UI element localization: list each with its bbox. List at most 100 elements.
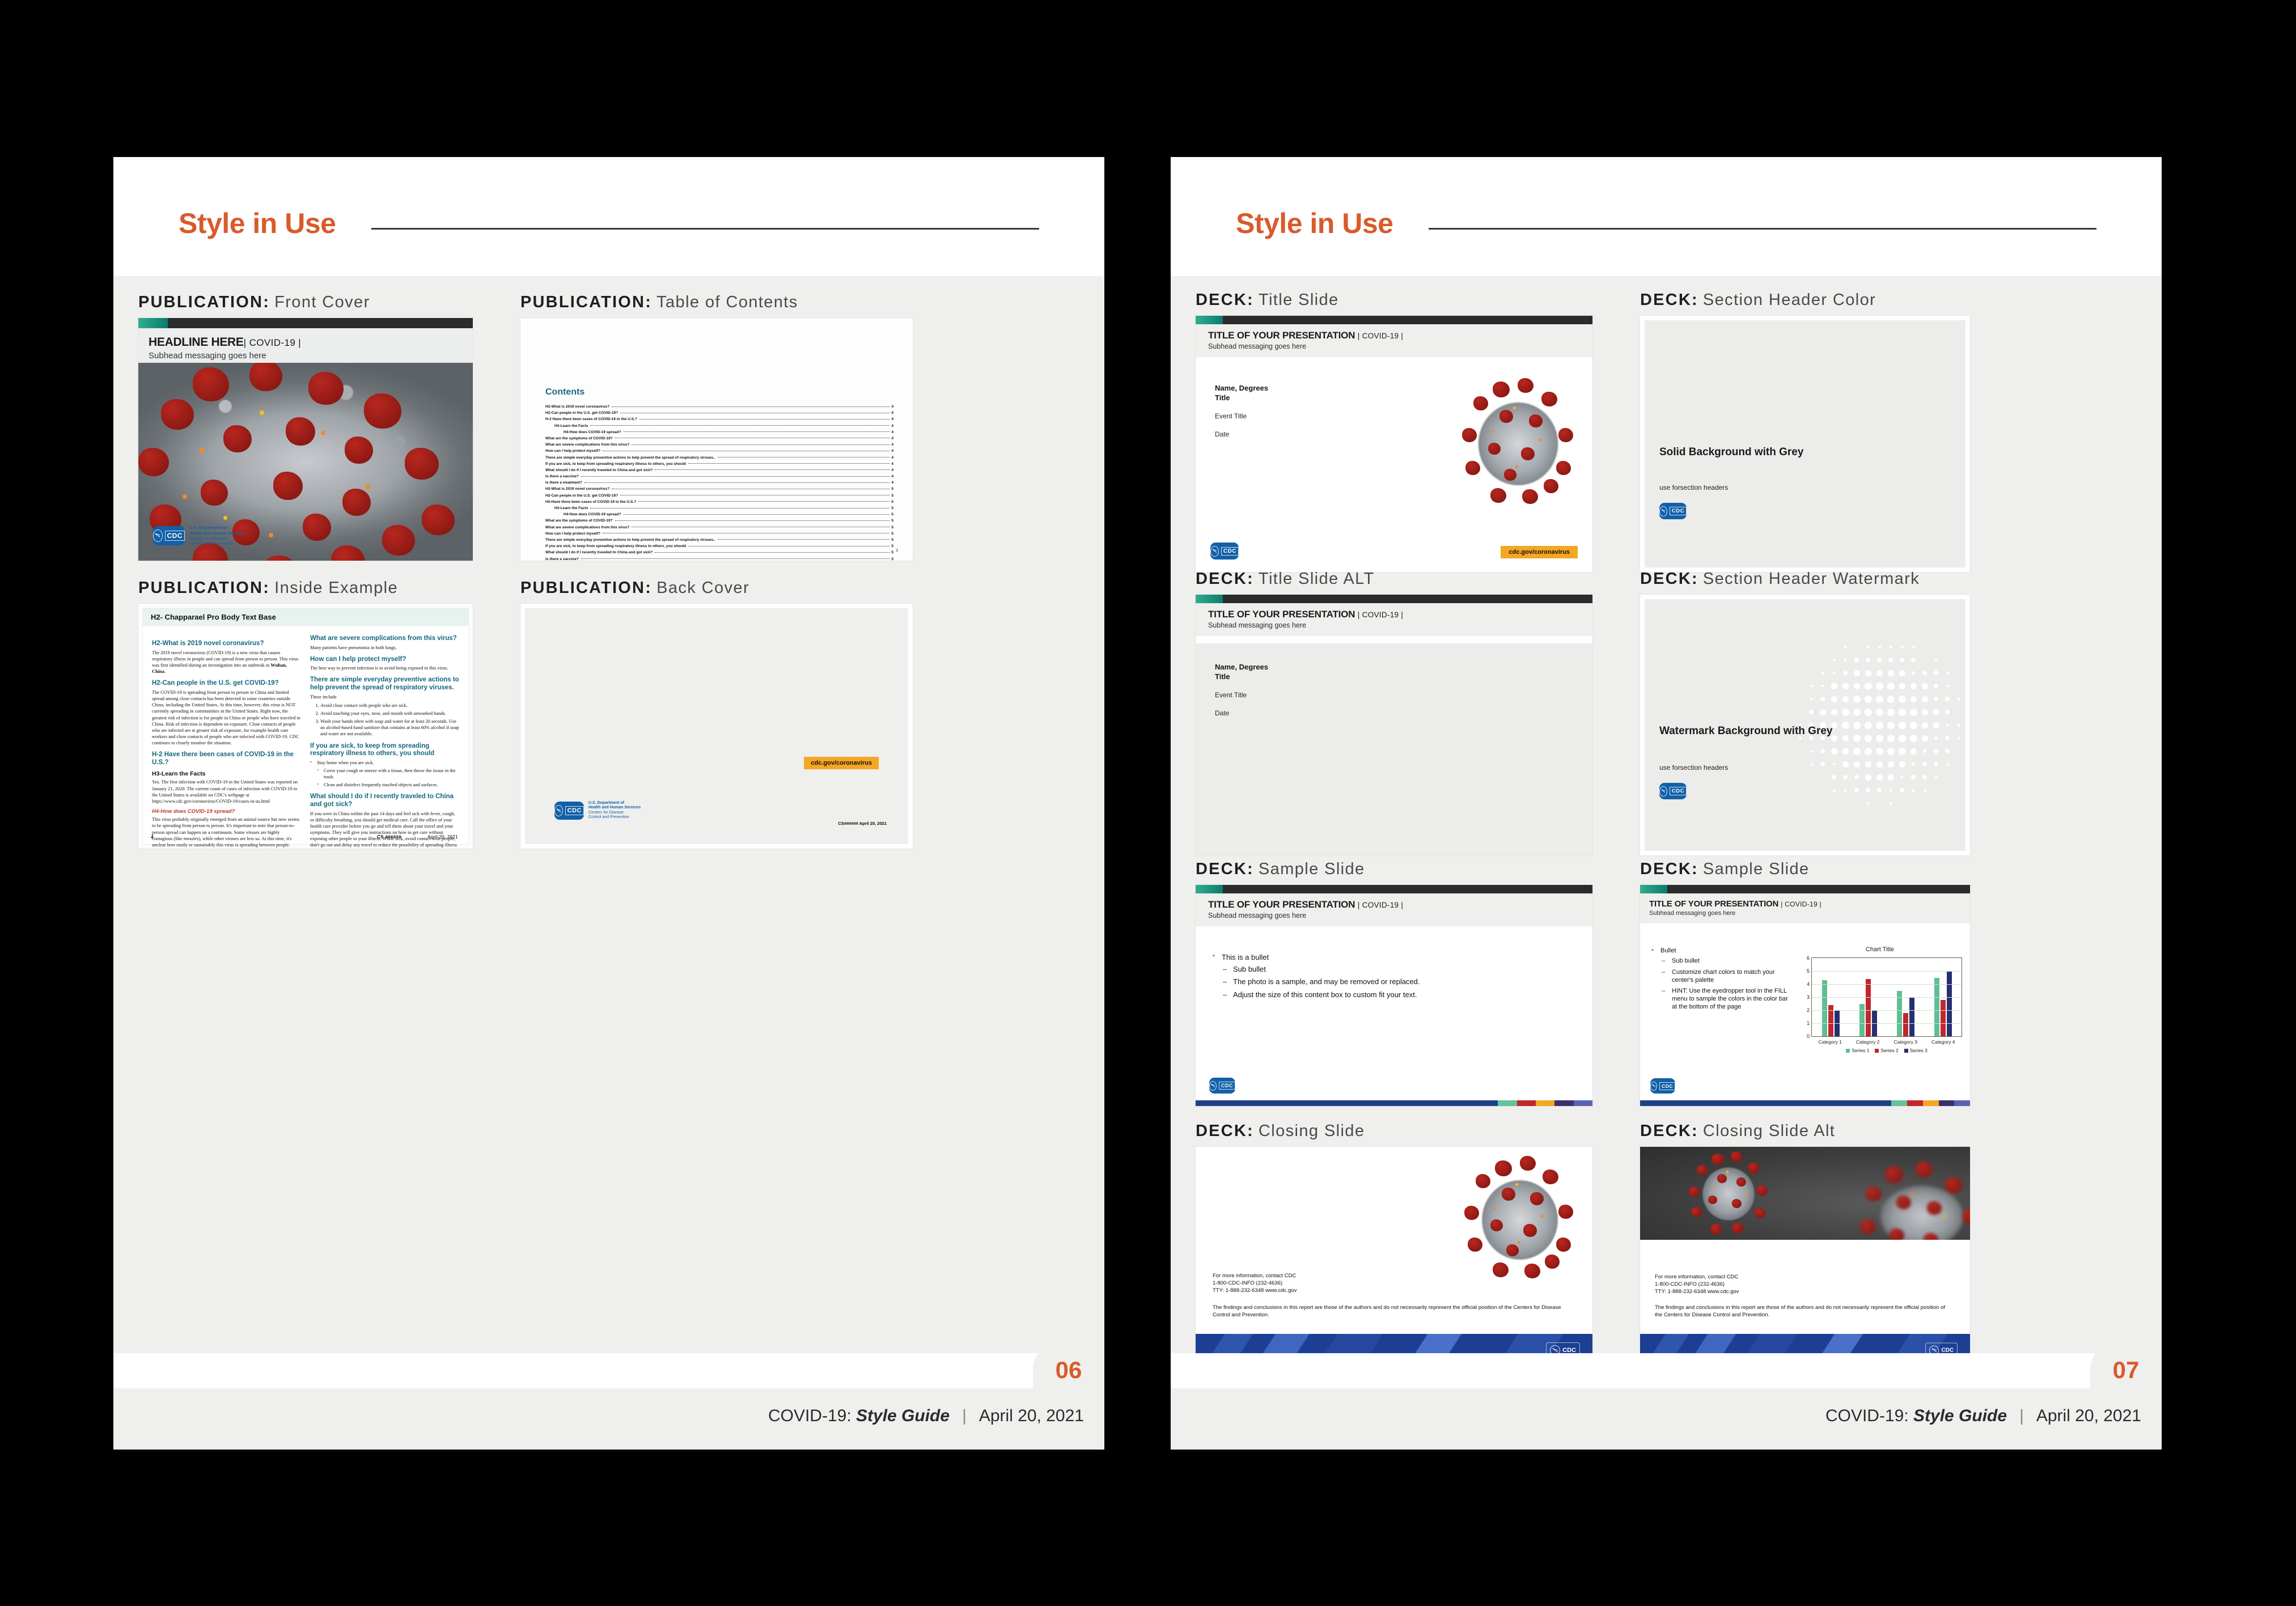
- watermark-dot: [1843, 775, 1848, 779]
- slide-header: TITLE OF YOUR PRESENTATION | COVID-19 | …: [1196, 893, 1592, 926]
- toc-leader: [590, 425, 890, 426]
- hhs-seal-icon: [1659, 786, 1667, 796]
- toc-entry[interactable]: How can I help protect myself? 5: [545, 532, 893, 536]
- chart-legend-item[interactable]: Series 1: [1846, 1048, 1869, 1053]
- toc-entry[interactable]: What are the symptoms of COVID-19? 5: [545, 519, 893, 523]
- toc-entry[interactable]: Is there a vaccine? 4: [545, 474, 893, 478]
- toc-entry[interactable]: What should I do if I recently traveled …: [545, 550, 893, 554]
- cs-code-text: CS ######: [377, 834, 401, 840]
- cover-headline: HEADLINE HERE| COVID-19 |: [149, 336, 463, 349]
- toc-entry-page: 5: [891, 519, 893, 523]
- bullet-primary: This is a bullet Sub bullet The photo is …: [1211, 952, 1577, 999]
- closing-line-3: TTY: 1-888-232-6348 www.cdc.gov: [1655, 1288, 1739, 1295]
- toc-entry[interactable]: What should I do if I recently traveled …: [545, 468, 893, 472]
- watermark-dot: [1899, 683, 1905, 689]
- closing-slide-alt-frame[interactable]: For more information, contact CDC 1-800-…: [1640, 1147, 1970, 1367]
- cell-label-section-color: DECK: Section Header Color: [1640, 291, 1970, 310]
- toc-entry[interactable]: What are severe complications from this …: [545, 526, 893, 529]
- toc-entry[interactable]: If you are sick, to keep from spreading …: [545, 544, 893, 548]
- back-cover-frame[interactable]: cdc.gov/coronavirus CDC U.S. Department …: [520, 604, 913, 849]
- back-cover-url-chip[interactable]: cdc.gov/coronavirus: [804, 757, 879, 769]
- toc-entry[interactable]: H2-Can people in the U.S. get COVID-19? 4: [545, 411, 893, 415]
- title-slide-frame[interactable]: TITLE OF YOUR PRESENTATION | COVID-19 | …: [1196, 316, 1592, 572]
- closing-slide-alt: For more information, contact CDC 1-800-…: [1640, 1147, 1970, 1367]
- toc-entry[interactable]: What are the symptoms of COVID-19? 4: [545, 437, 893, 440]
- watermark-dot: [1810, 698, 1812, 700]
- cell-label-toc: PUBLICATION: Table of Contents: [520, 293, 913, 312]
- toc-entry[interactable]: H4-How does COVID-19 spread? 5: [545, 512, 893, 516]
- toc-entry-text: H2-What is 2019 novel coronavirus?: [545, 405, 610, 409]
- toc-entry-page: 5: [891, 487, 893, 491]
- slide-colorbar: [1196, 1100, 1592, 1106]
- toc-frame[interactable]: Contents H2-What is 2019 novel coronavir…: [520, 318, 913, 561]
- toc-entry[interactable]: There are simple everyday preventive act…: [545, 456, 893, 460]
- cdc-line4: Control and Prevention: [588, 815, 629, 820]
- cdc-wordmark: CDC: [1221, 546, 1239, 556]
- toc-entry-page: 4: [891, 455, 893, 460]
- chart-legend-item[interactable]: Series 3: [1904, 1048, 1928, 1053]
- watermark-dot: [1865, 761, 1871, 768]
- toc-entry[interactable]: H2-What is 2019 novel coronavirus? 4: [545, 405, 893, 409]
- inside-col-left: H2-What is 2019 novel coronavirus? The 2…: [152, 635, 301, 849]
- cdc-badge-icon: CDC: [1209, 1078, 1235, 1094]
- toc-entry[interactable]: There are simple everyday preventive act…: [545, 538, 893, 542]
- title-slide-alt-frame[interactable]: TITLE OF YOUR PRESENTATION | COVID-19 | …: [1196, 595, 1592, 855]
- toc-entry[interactable]: H3-Learn the Facts 5: [545, 506, 893, 510]
- cell-label-sample-a: DECK: Sample Slide: [1196, 860, 1592, 879]
- toc-entry[interactable]: What are severe complications from this …: [545, 443, 893, 447]
- watermark-dot: [1934, 658, 1938, 662]
- section-title: Style in Use: [179, 207, 336, 239]
- toc-entry[interactable]: Is there a treatment? 4: [545, 481, 893, 485]
- toc-entry-text: How can I help protect myself?: [545, 531, 601, 536]
- closing-slide-frame[interactable]: For more information, contact CDC 1-800-…: [1196, 1147, 1592, 1367]
- section-header-watermark-frame[interactable]: Watermark Background with Grey use forse…: [1640, 595, 1970, 855]
- toc-entry[interactable]: H2-Can people in the U.S. get COVID-19? 5: [545, 494, 893, 498]
- cell-front-cover: PUBLICATION: Front Cover HEADLINE HERE| …: [138, 293, 473, 561]
- slide-bar-teal: [1196, 595, 1223, 603]
- title-slide-url-chip[interactable]: cdc.gov/coronavirus: [1501, 546, 1578, 558]
- chart-category-label: Category 3: [1893, 1039, 1918, 1045]
- watermark-dot: [1912, 789, 1915, 792]
- sample-slide-b-frame[interactable]: TITLE OF YOUR PRESENTATION | COVID-19 | …: [1640, 885, 1970, 1106]
- watermark-dot: [1866, 658, 1870, 662]
- inside-sick-list: Stay home when you are sick.: [310, 760, 459, 766]
- toc-entry-text: If you are sick, to keep from spreading …: [545, 461, 687, 466]
- watermark-dot: [1841, 721, 1849, 729]
- slide-title-text: TITLE OF YOUR PRESENTATION: [1208, 899, 1355, 910]
- slide-title-tag: | COVID-19 |: [1357, 332, 1404, 340]
- watermark-dot: [1810, 762, 1813, 766]
- inside-example-frame[interactable]: H2- Chapparael Pro Body Text Base H2-Wha…: [138, 604, 473, 849]
- front-cover-frame[interactable]: HEADLINE HERE| COVID-19 | Subhead messag…: [138, 318, 473, 561]
- toc-entry[interactable]: Is there a vaccine? 5: [545, 557, 893, 561]
- inside-p-b: The COVID-19 is spreading from person to…: [152, 689, 300, 746]
- sample-slide-b: TITLE OF YOUR PRESENTATION | COVID-19 | …: [1640, 885, 1970, 1106]
- toc-entry-page: 4: [891, 449, 893, 454]
- watermark-dot: [1912, 645, 1915, 649]
- cell-prefix: DECK:: [1640, 570, 1698, 588]
- slide-subhead: Subhead messaging goes here: [1649, 910, 1736, 917]
- watermark-dot: [1945, 697, 1950, 701]
- chart-legend-item[interactable]: Series 2: [1875, 1048, 1899, 1053]
- toc-leader: [655, 469, 890, 471]
- toc-entry[interactable]: H3-Learn the Facts 4: [545, 424, 893, 428]
- watermark-dot: [1887, 695, 1895, 703]
- watermark-dot: [1842, 696, 1849, 702]
- toc-entry[interactable]: If you are sick, to keep from spreading …: [545, 462, 893, 466]
- legend-label: Series 3: [1909, 1048, 1928, 1053]
- sample-slide-a-frame[interactable]: TITLE OF YOUR PRESENTATION | COVID-19 | …: [1196, 885, 1592, 1106]
- toc-entry[interactable]: H4-How does COVID-19 spread? 4: [545, 430, 893, 434]
- cell-label-sample-b: DECK: Sample Slide: [1640, 860, 1970, 879]
- toc-entry[interactable]: H-2 Have there been cases of COVID-19 in…: [545, 417, 893, 421]
- header-rule: [371, 228, 1039, 230]
- inside-r-h-c: There are simple everyday preventive act…: [310, 676, 459, 692]
- watermark-dot: [1809, 710, 1814, 714]
- cdc-line1: U.S. Department of: [189, 525, 228, 531]
- toc-entry[interactable]: How can I help protect myself? 4: [545, 449, 893, 453]
- section-header-color-frame[interactable]: Solid Background with Grey use forsectio…: [1640, 316, 1970, 572]
- toc-entry-text: H2-What is 2019 novel coronavirus?: [545, 487, 610, 491]
- virus-image: [1463, 1155, 1577, 1285]
- toc-entry[interactable]: H2-What is 2019 novel coronavirus? 5: [545, 487, 893, 491]
- toc-entry[interactable]: H2-Have there been cases of COVID-19 in …: [545, 500, 893, 504]
- slide-title-text: TITLE OF YOUR PRESENTATION: [1208, 330, 1355, 341]
- watermark-dot: [1810, 749, 1813, 753]
